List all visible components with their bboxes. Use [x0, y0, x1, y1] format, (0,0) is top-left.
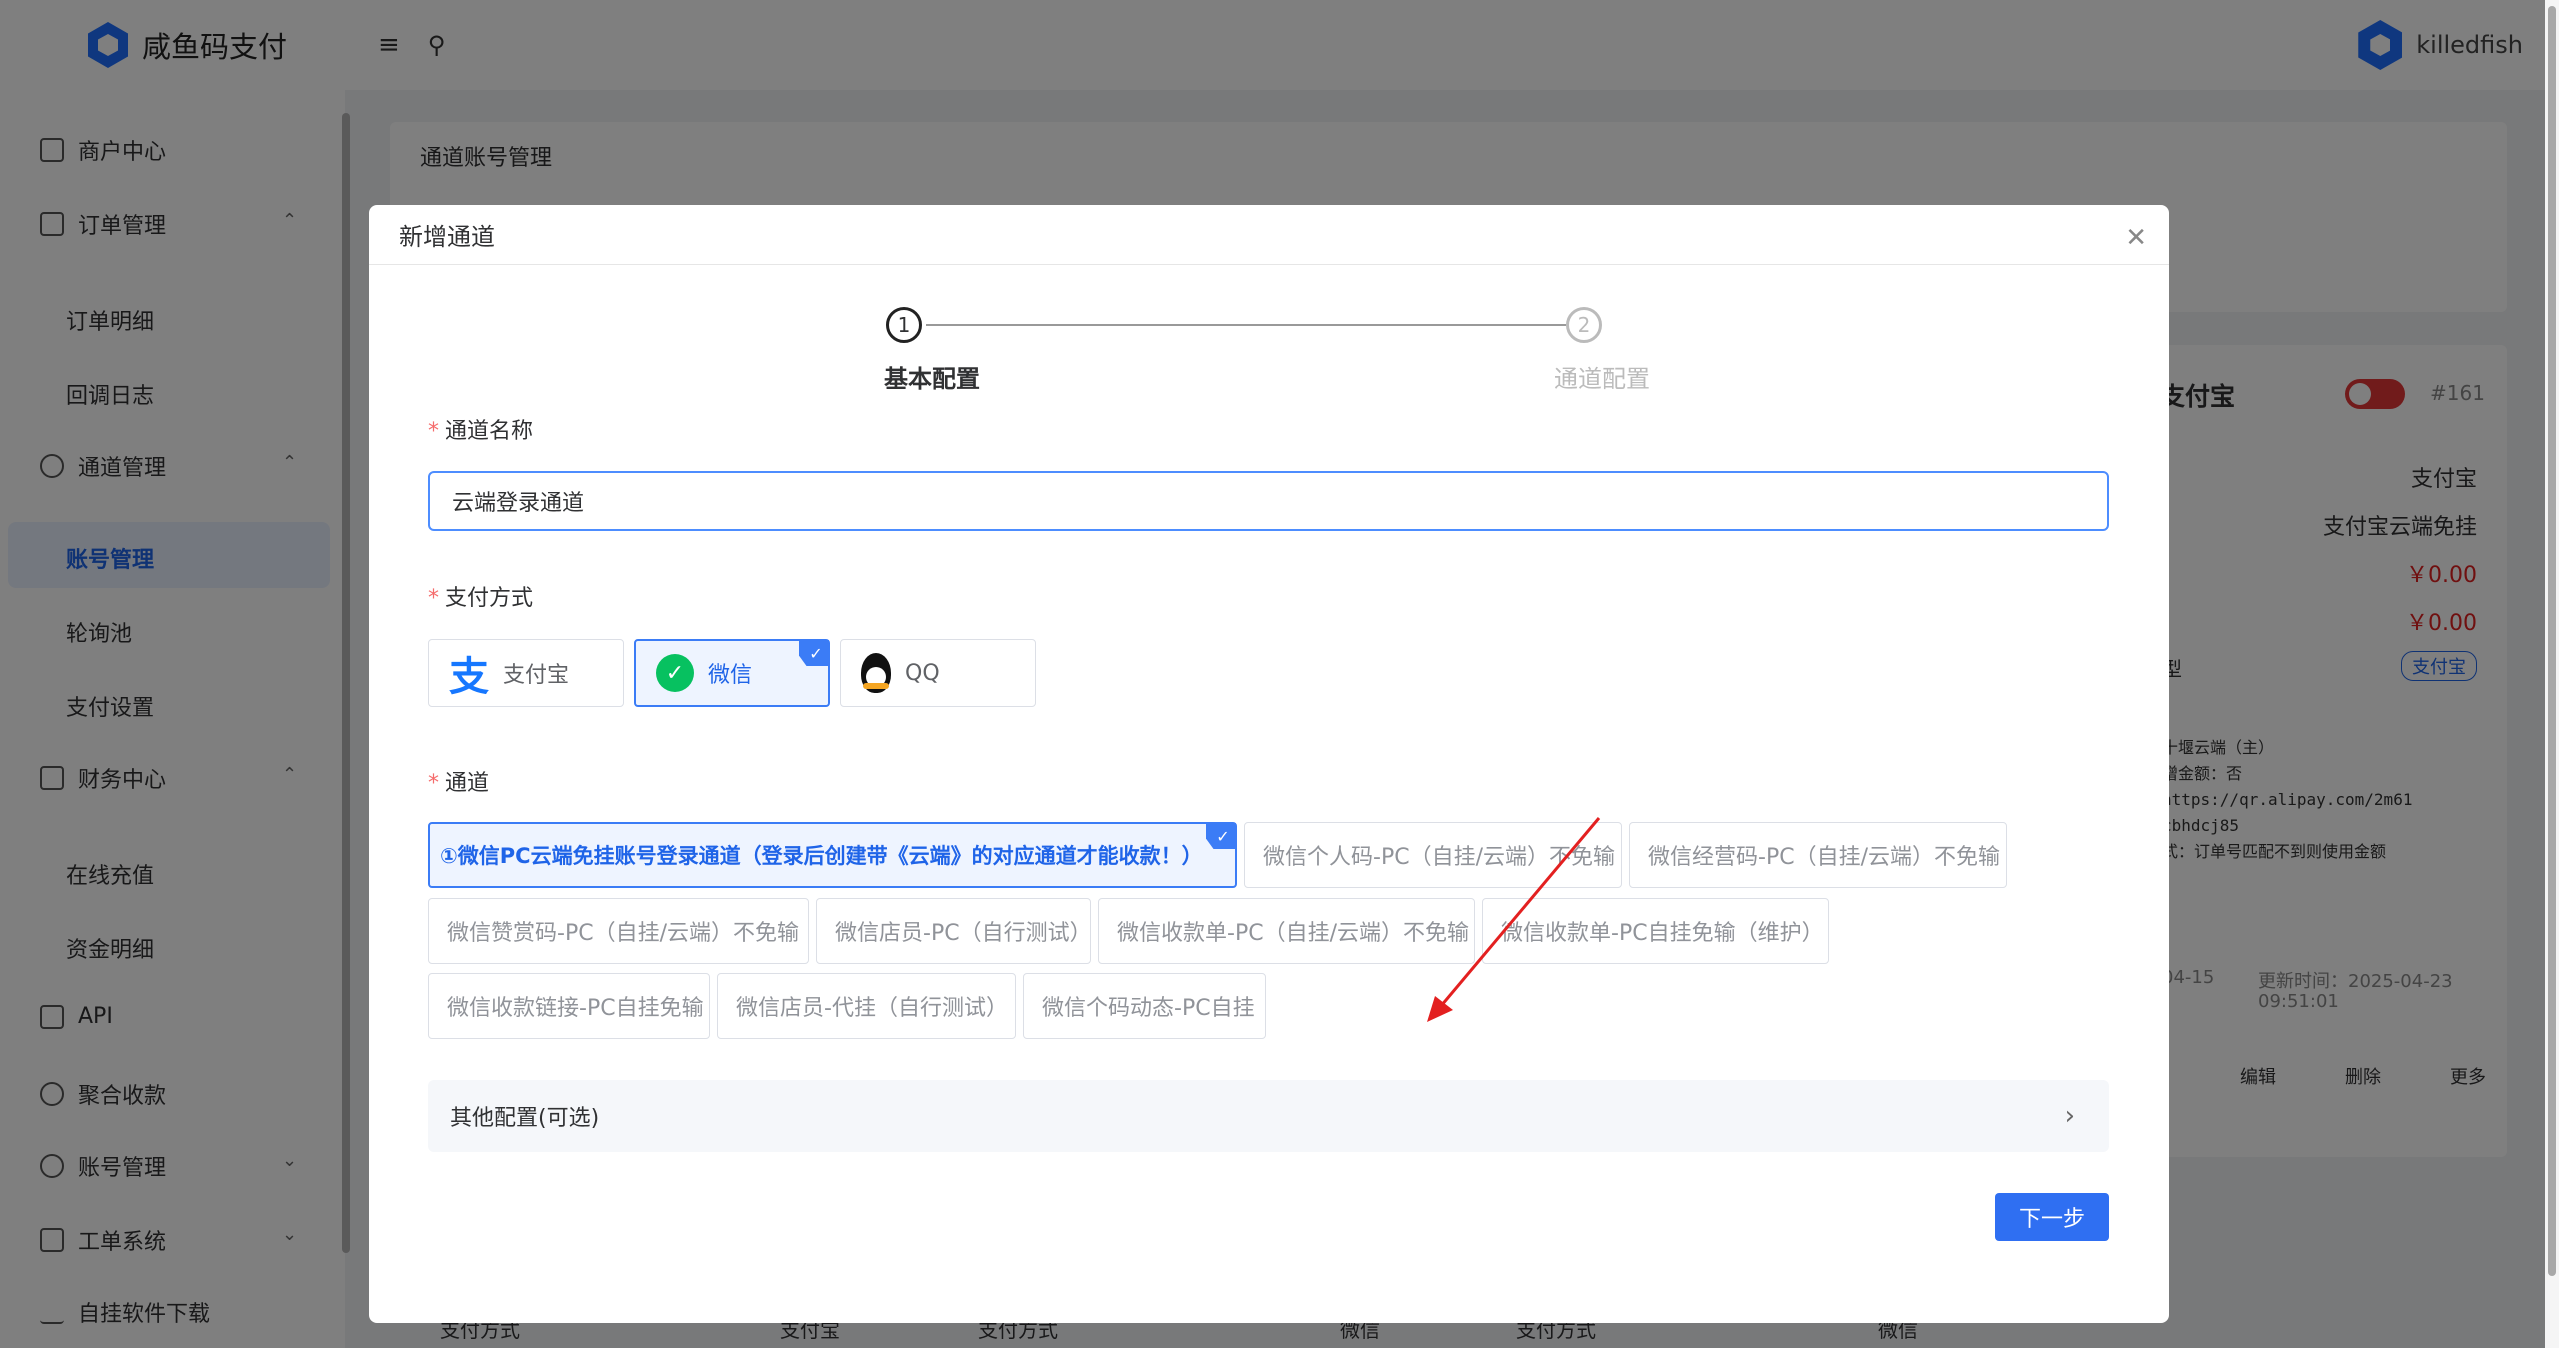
pay-option-label: 微信	[708, 663, 753, 688]
dialog-header: 新增通道	[369, 205, 2169, 265]
other-config-collapse[interactable]: 其他配置(可选) ›	[428, 1080, 2109, 1152]
pay-option-label: 支付宝	[503, 663, 570, 688]
steps: 1 2 基本配置 通道配置	[884, 307, 1766, 393]
channel-option[interactable]: 微信个码动态-PC自挂	[1023, 973, 1266, 1039]
channel-name-input[interactable]: 云端登录通道	[428, 471, 2109, 531]
annotation-arrow	[1427, 817, 1601, 1022]
pay-option-qq[interactable]: QQ	[840, 639, 1036, 707]
close-icon[interactable]: ✕	[2125, 223, 2147, 253]
step-1-label: 基本配置	[884, 365, 980, 393]
pay-option-alipay[interactable]: 支 支付宝	[428, 639, 624, 707]
page-scrollbar[interactable]	[2545, 0, 2559, 1348]
channel-option[interactable]: 微信店员-代挂（自行测试）	[717, 973, 1016, 1039]
channel-label: * 通道	[428, 771, 490, 796]
step-2-icon: 2	[1566, 307, 1602, 343]
new-channel-dialog: 新增通道 ✕ 1 2 基本配置 通道配置 * 通道名称 云端登录通道 * 支付方式 …	[369, 205, 2169, 1323]
channel-option-label: ①微信PC云端免挂账号登录通道（登录后创建带《云端》的对应通道才能收款！）	[440, 844, 1203, 868]
other-config-label: 其他配置(可选)	[450, 1106, 600, 1131]
alipay-icon: 支	[449, 654, 489, 700]
step-connector	[926, 324, 1566, 326]
channel-option[interactable]: 微信店员-PC（自行测试）	[816, 898, 1092, 964]
pay-option-label: QQ	[905, 660, 940, 686]
channel-name-label: * 通道名称	[428, 419, 534, 444]
step-1-icon: 1	[886, 307, 922, 343]
pay-method-label: * 支付方式	[428, 586, 534, 611]
check-icon: ✓	[799, 640, 829, 666]
step-2-label: 通道配置	[1554, 365, 1650, 393]
check-icon: ✓	[1206, 823, 1236, 849]
channel-option[interactable]: ①微信PC云端免挂账号登录通道（登录后创建带《云端》的对应通道才能收款！） ✓	[428, 822, 1237, 888]
dialog-title: 新增通道	[399, 223, 495, 251]
pay-option-wechat[interactable]: ✓ 微信 ✓	[634, 639, 830, 707]
channel-option[interactable]: 微信经营码-PC（自挂/云端）不免输	[1629, 822, 2007, 888]
channel-option[interactable]: 微信赞赏码-PC（自挂/云端）不免输	[428, 898, 809, 964]
next-button[interactable]: 下一步	[1995, 1193, 2109, 1241]
channel-option[interactable]: 微信收款链接-PC自挂免输	[428, 973, 710, 1039]
qq-icon	[861, 653, 891, 693]
chevron-right-icon: ›	[2064, 1101, 2075, 1131]
wechat-icon: ✓	[656, 654, 694, 692]
